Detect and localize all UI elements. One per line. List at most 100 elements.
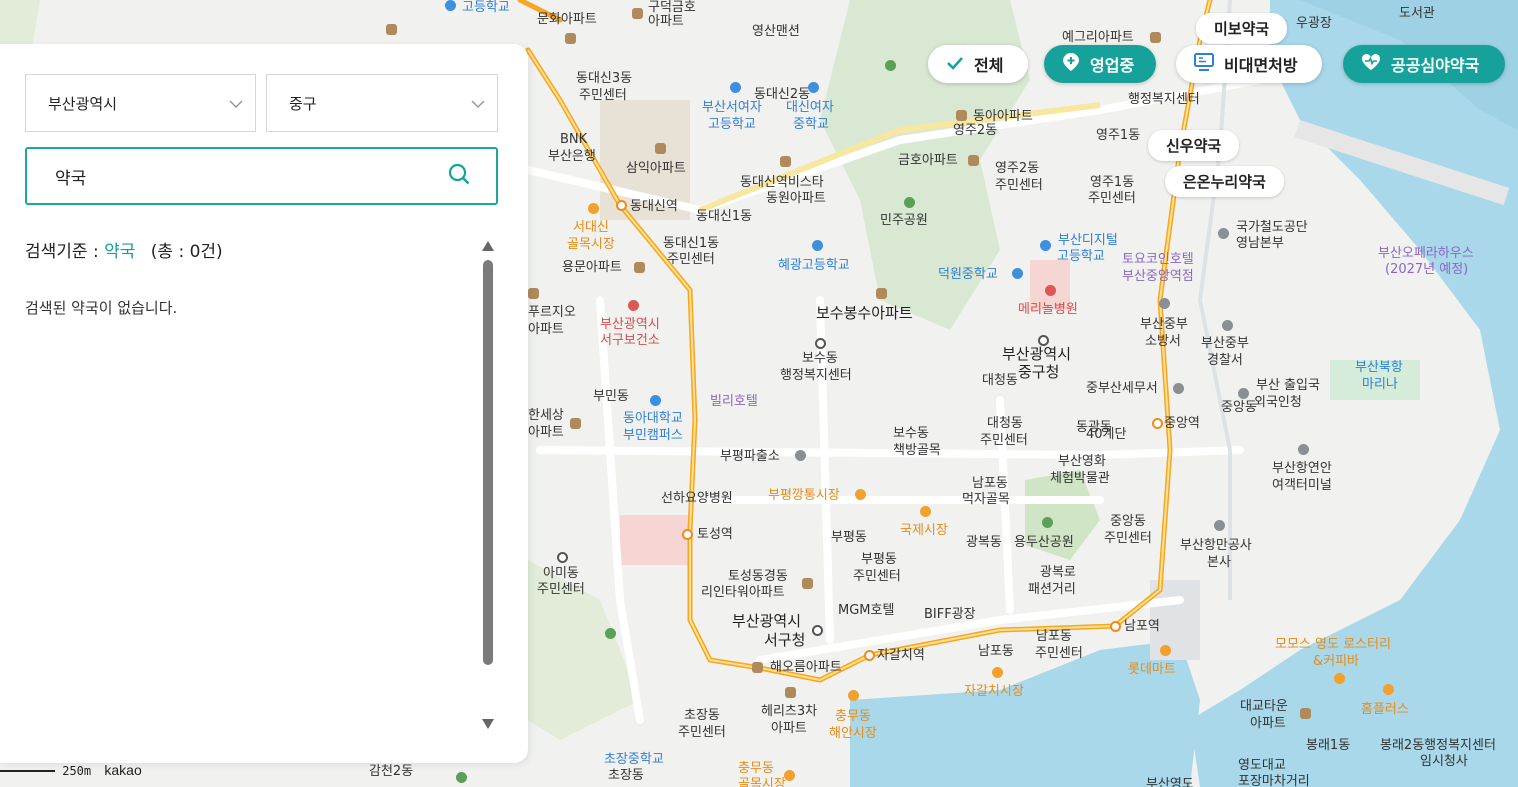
school-icon	[812, 240, 823, 251]
map-label: 중학교	[793, 117, 829, 132]
station-marker	[682, 529, 693, 540]
filter-chip-label: 공공심야약국	[1391, 56, 1480, 75]
map-label: 주민센터	[853, 569, 901, 584]
map-label: 초장동	[608, 768, 644, 783]
district-select-value: 중구	[289, 94, 317, 113]
map-label: 자갈치시장	[964, 684, 1024, 699]
school-icon	[730, 82, 741, 93]
map-label: 부산영화	[1058, 454, 1106, 469]
map-label: 책방골목	[893, 443, 941, 458]
map-label: 광복동	[966, 535, 1002, 550]
map-label: 부산중부	[1140, 317, 1188, 332]
map-label: 본사	[1207, 555, 1231, 570]
map-label: 혜광고등학교	[778, 258, 850, 273]
map-label: 골목시장	[567, 237, 615, 252]
map-label: 서구청	[764, 631, 806, 649]
office-icon	[1298, 444, 1309, 455]
map-label: 주민센터	[995, 178, 1043, 193]
map-label: 부산오페라하우스	[1378, 246, 1474, 261]
map-label: 부평파출소	[720, 449, 780, 464]
map-label: 동대신3동	[576, 71, 633, 86]
map-label: 주민센터	[579, 88, 627, 103]
map-label: 동대신역비스타	[740, 175, 824, 190]
map-label: 부산은행	[548, 149, 596, 164]
map-label: 동대신1동	[663, 236, 720, 251]
map-label: 부민동	[593, 389, 629, 404]
apartment-icon	[785, 687, 796, 698]
map-label: 체험박물관	[1050, 471, 1110, 486]
map-label: 영주2동	[953, 123, 998, 138]
map-label: 동아대학교	[623, 411, 683, 426]
filter-chip-all[interactable]: 전체	[928, 45, 1028, 83]
city-select-value: 부산광역시	[48, 94, 118, 113]
search-icon[interactable]	[448, 163, 470, 189]
hospital-icon	[628, 300, 639, 311]
map-label: 행정복지센터	[1128, 92, 1200, 107]
pharmacy-marker[interactable]: 은온누리약국	[1165, 166, 1284, 197]
office-icon	[795, 450, 806, 461]
map-label: 초장중학교	[604, 752, 664, 767]
park-icon	[456, 772, 467, 783]
scrollbar-thumb[interactable]	[483, 260, 493, 665]
map-label: 부산 출입국	[1256, 378, 1320, 393]
pharmacy-marker[interactable]: 미보약국	[1196, 13, 1288, 44]
park-icon	[1042, 517, 1053, 528]
map-label: 광복로	[1040, 565, 1076, 580]
district-select[interactable]: 중구	[266, 74, 498, 132]
map-label: 도서관	[1399, 6, 1435, 21]
filter-chip-open[interactable]: 영업중	[1044, 45, 1156, 83]
heart-icon	[1361, 53, 1381, 75]
search-input[interactable]	[53, 165, 437, 187]
filter-chip-label: 전체	[974, 56, 1004, 75]
market-icon	[1334, 673, 1345, 684]
results-scrollbar[interactable]	[481, 240, 495, 735]
market-icon	[920, 506, 931, 517]
map-label: 해오름아파트	[770, 660, 842, 675]
criteria-count: (총 : 0건)	[150, 242, 223, 262]
map-label: 용문아파트	[562, 260, 622, 275]
map-label: 영산맨션	[752, 24, 800, 39]
map-label: 봉래1동	[1306, 738, 1351, 753]
market-icon	[992, 667, 1003, 678]
map-label: 주민센터	[667, 252, 715, 267]
park-icon	[904, 197, 915, 208]
map-label: 중앙동	[1221, 400, 1257, 415]
map-label: 소방서	[1145, 334, 1181, 349]
office-icon	[1214, 520, 1225, 531]
map-label: 부민캠퍼스	[623, 428, 683, 443]
map-label: 대청동	[987, 416, 1023, 431]
school-icon	[1012, 268, 1023, 279]
filter-chip-remote[interactable]: 비대면처방	[1176, 45, 1322, 83]
station-marker	[616, 200, 627, 211]
map-label: 행정복지센터	[780, 368, 852, 383]
apartment-icon	[802, 578, 813, 589]
map-label: 주민센터	[678, 725, 726, 740]
city-select[interactable]: 부산광역시	[25, 74, 256, 132]
map-label: 헤리츠3차	[761, 704, 818, 719]
map-label: 영남본부	[1236, 236, 1284, 251]
park-icon	[605, 628, 616, 639]
apartment-icon	[632, 8, 643, 19]
scroll-up-arrow-icon[interactable]	[481, 240, 495, 252]
map-label: 해안시장	[829, 726, 877, 741]
map-label: 중앙역	[1164, 416, 1200, 431]
map-label: 동원아파트	[766, 191, 826, 206]
map-label: 리인타워아파트	[701, 585, 785, 600]
map-label: 남포동	[1036, 629, 1072, 644]
scroll-down-arrow-icon[interactable]	[481, 718, 495, 730]
map-label: 부산디지털	[1058, 233, 1118, 248]
filter-chip-night[interactable]: 공공심야약국	[1343, 45, 1505, 83]
apartment-icon	[968, 155, 979, 166]
map-label: 중구청	[1018, 363, 1060, 381]
map-label: 40계단	[1086, 427, 1127, 442]
apartment-icon	[1150, 32, 1161, 43]
map-label: MGM호텔	[838, 603, 895, 618]
map-label: 대신여자	[786, 100, 834, 115]
map-label: 부산광역시	[732, 612, 802, 630]
map-label: 토성동경동	[728, 569, 788, 584]
map-label: 롯데마트	[1128, 662, 1176, 677]
hospital-icon	[1045, 285, 1056, 296]
apartment-icon	[752, 662, 763, 673]
government-icon	[815, 338, 826, 349]
pharmacy-marker[interactable]: 신우약국	[1148, 130, 1240, 161]
